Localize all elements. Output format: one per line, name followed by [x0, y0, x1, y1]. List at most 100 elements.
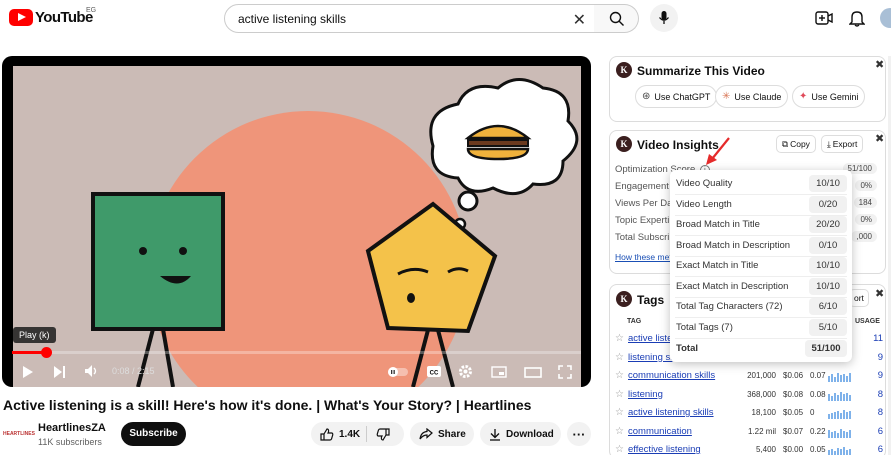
subscribe-button[interactable]: Subscribe: [121, 422, 186, 446]
trend-bar: [837, 432, 839, 438]
share-button[interactable]: Share: [410, 422, 474, 446]
captions-icon[interactable]: CC: [426, 365, 442, 378]
export-button[interactable]: ⤓ Export: [821, 135, 864, 153]
notifications-bell-icon[interactable]: [849, 9, 865, 27]
metric-value: 0%: [855, 180, 877, 191]
video-frame[interactable]: [13, 66, 581, 387]
tag-competition: 0: [810, 408, 815, 417]
copy-button[interactable]: ⧉ Copy: [776, 135, 816, 153]
trend-bar: [828, 429, 830, 438]
trend-bar: [849, 373, 851, 382]
star-icon[interactable]: ☆: [615, 333, 624, 344]
trend-bar: [837, 394, 839, 401]
like-divider: [366, 426, 367, 442]
score-value: 10/10: [809, 175, 847, 192]
score-breakdown-row: Exact Match in Description 10/10: [675, 277, 847, 297]
trend-bar: [837, 448, 839, 455]
trend-bar: [834, 377, 836, 382]
video-player[interactable]: Play (k) 0:08 / 2:15 CC: [2, 56, 591, 387]
tag-usage: 9: [877, 370, 883, 381]
channel-logo[interactable]: HEARTLINES: [3, 424, 35, 444]
tag-link[interactable]: communication skills: [628, 370, 715, 381]
play-icon[interactable]: [22, 365, 34, 379]
theater-mode-icon[interactable]: [524, 367, 542, 378]
tag-usage: 8: [877, 388, 883, 400]
star-icon[interactable]: ☆: [615, 426, 624, 437]
tag-usage: 6: [877, 444, 883, 455]
trend-bar: [831, 413, 833, 419]
tag-usage: 9: [877, 351, 883, 363]
tag-volume: 201,000: [747, 371, 776, 380]
clear-search-icon[interactable]: ✕: [573, 10, 586, 30]
total-value: 51/100: [805, 340, 847, 357]
thumbs-down-icon[interactable]: [376, 428, 390, 441]
metric-value: ,000: [851, 231, 877, 242]
score-breakdown-row: Total Tags (7) 5/10: [675, 318, 847, 338]
use-claude-button[interactable]: ✳ Use Claude: [715, 85, 789, 108]
trend-bar: [846, 431, 848, 438]
fullscreen-icon[interactable]: [558, 365, 572, 379]
tag-competition: 0.08: [810, 389, 826, 399]
channel-name[interactable]: HeartlinesZA: [38, 422, 106, 434]
tag-link[interactable]: active listening skills: [628, 407, 714, 418]
youtube-logo[interactable]: YouTube EG: [9, 7, 97, 26]
trend-bar: [840, 375, 842, 382]
miniplayer-icon[interactable]: [491, 366, 507, 378]
trend-bar: [846, 376, 848, 382]
progress-bar[interactable]: [12, 347, 581, 358]
score-breakdown-row: Broad Match in Title 20/20: [675, 215, 847, 235]
thumbs-up-icon[interactable]: [320, 427, 334, 441]
create-icon[interactable]: [815, 10, 833, 26]
settings-gear-icon[interactable]: [458, 364, 473, 379]
how-metrics-link[interactable]: How these metr: [615, 252, 675, 262]
score-breakdown-row: Video Length 0/20: [675, 195, 847, 215]
voice-search-button[interactable]: [650, 4, 678, 32]
use-gemini-button[interactable]: ✦ Use Gemini: [792, 85, 866, 108]
search-button[interactable]: [594, 4, 639, 33]
tag-row: ☆ effective listening 5,400 $0.00 0.05 6: [615, 443, 883, 455]
score-value: 10/10: [809, 277, 847, 295]
trend-bar: [846, 392, 848, 401]
avatar[interactable]: [880, 8, 891, 28]
star-icon[interactable]: ☆: [615, 389, 624, 400]
tag-link[interactable]: effective listening: [628, 444, 701, 455]
tag-column-header: TAG: [627, 318, 642, 325]
more-actions-button[interactable]: ···: [567, 422, 591, 446]
autoplay-toggle-icon[interactable]: [387, 366, 409, 378]
star-icon[interactable]: ☆: [615, 444, 624, 455]
tag-competition: 0.05: [810, 445, 826, 454]
search-icon: [609, 11, 624, 26]
close-icon[interactable]: ✖: [875, 287, 884, 300]
search-input[interactable]: [238, 11, 558, 26]
tag-link[interactable]: listening: [628, 389, 663, 400]
star-icon[interactable]: ☆: [615, 407, 624, 418]
like-count[interactable]: 1.4K: [339, 429, 360, 440]
trend-sparkline: [828, 409, 854, 419]
volume-icon[interactable]: [84, 364, 100, 378]
trend-bar: [846, 450, 848, 455]
gemini-icon: ✦: [799, 91, 808, 102]
trend-bar: [828, 414, 830, 419]
tag-link[interactable]: listening sl: [628, 352, 672, 363]
score-breakdown-row: Broad Match in Description 0/10: [675, 236, 847, 256]
tag-cpc: $0.06: [783, 371, 804, 380]
next-icon[interactable]: [53, 365, 67, 379]
star-icon[interactable]: ☆: [615, 352, 624, 363]
use-chatgpt-button[interactable]: ⊛ Use ChatGPT: [635, 85, 718, 108]
share-icon: [419, 428, 433, 440]
red-arrow-annotation: [706, 137, 730, 165]
tag-row: ☆ active listening skills 18,100 $0.05 0 8: [615, 406, 883, 424]
summarize-title: Summarize This Video: [637, 64, 765, 78]
download-button[interactable]: Download: [480, 422, 561, 446]
score-label: Exact Match in Description: [676, 280, 789, 292]
tag-link[interactable]: active liste: [628, 333, 672, 344]
close-icon[interactable]: ✖: [875, 132, 884, 145]
close-icon[interactable]: ✖: [875, 58, 884, 71]
country-code: EG: [86, 7, 97, 14]
tag-row: ☆ communication 1.22 mil $0.07 0.22 6: [615, 425, 883, 443]
tag-link[interactable]: communication: [628, 426, 692, 437]
tag-competition: 0.22: [810, 426, 826, 436]
score-label: Video Length: [676, 198, 732, 210]
star-icon[interactable]: ☆: [615, 370, 624, 381]
score-value: 6/10: [809, 298, 847, 315]
